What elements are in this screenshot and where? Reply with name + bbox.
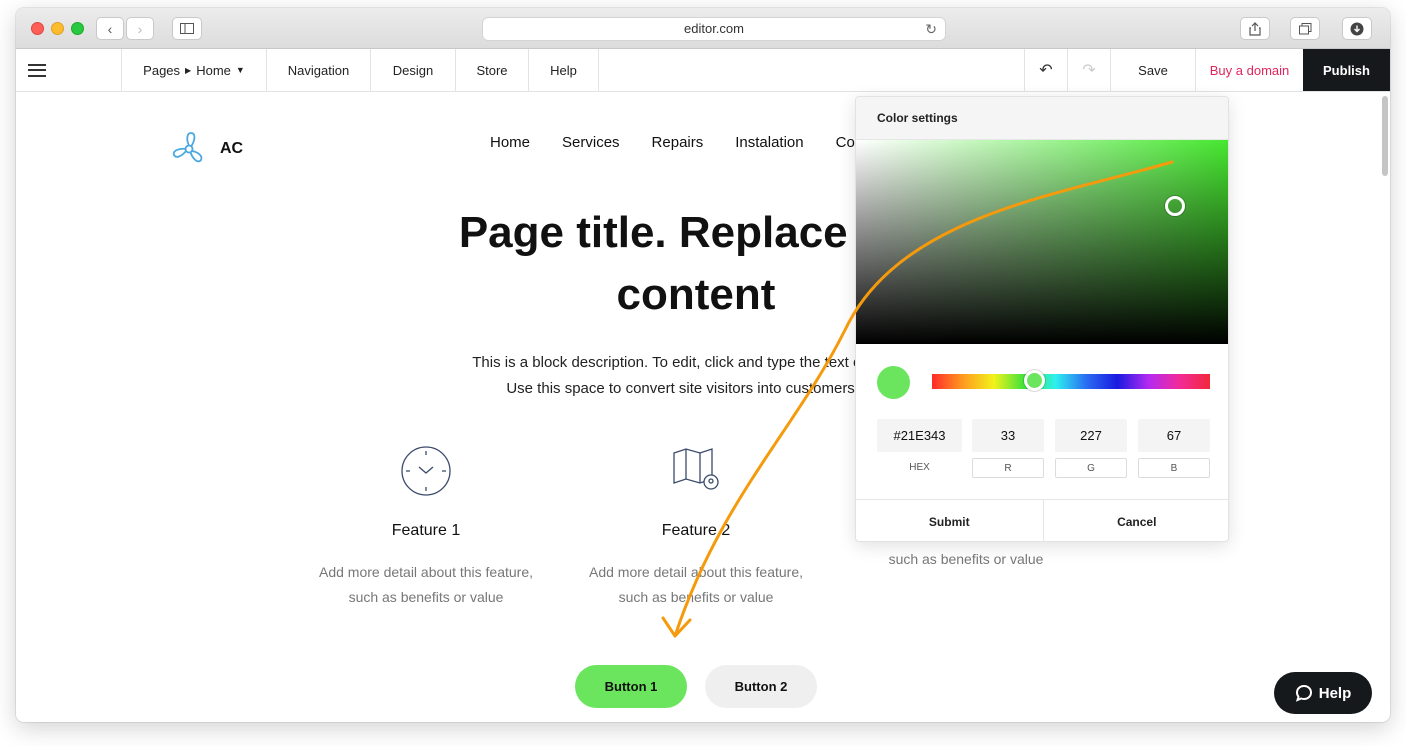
- map-pin-icon: [571, 442, 821, 500]
- site-navigation: Home Services Repairs Instalation Co: [490, 134, 855, 151]
- feature-desc-line-2: such as benefits or value: [348, 589, 504, 605]
- redo-icon[interactable]: ↷: [1068, 49, 1111, 91]
- reload-icon[interactable]: ↻: [925, 18, 937, 40]
- logo-text: AC: [220, 140, 244, 157]
- help-tab[interactable]: Help: [529, 49, 599, 91]
- hex-label: HEX: [909, 462, 930, 473]
- site-nav-repairs[interactable]: Repairs: [652, 134, 704, 151]
- maximize-window-button[interactable]: [71, 22, 84, 35]
- feature-card[interactable]: Feature 1 Add more detail about this fea…: [301, 442, 551, 610]
- tabs-overview-icon[interactable]: [1290, 17, 1320, 40]
- buy-domain-button[interactable]: Buy a domain: [1196, 49, 1303, 91]
- green-input[interactable]: 227: [1055, 419, 1127, 452]
- pages-dropdown[interactable]: Pages ▶ Home ▼: [122, 49, 267, 91]
- green-label: G: [1055, 458, 1127, 478]
- share-icon[interactable]: [1240, 17, 1270, 40]
- clock-icon: [301, 442, 551, 500]
- red-input[interactable]: 33: [972, 419, 1044, 452]
- close-window-button[interactable]: [31, 22, 44, 35]
- feature-desc-line-2: such as benefits or value: [888, 551, 1044, 567]
- site-nav-instalation[interactable]: Instalation: [735, 134, 803, 151]
- hex-input[interactable]: #21E343: [877, 419, 962, 452]
- feature-title: Feature 2: [661, 522, 731, 539]
- submit-button[interactable]: Submit: [856, 500, 1043, 541]
- save-button[interactable]: Save: [1111, 49, 1196, 91]
- blue-label: B: [1138, 458, 1210, 478]
- panel-title: Color settings: [856, 97, 1228, 140]
- forward-button[interactable]: ›: [126, 17, 154, 40]
- download-icon[interactable]: [1342, 17, 1372, 40]
- current-color-swatch: [877, 366, 910, 399]
- feature-desc-line-1: Add more detail about this feature,: [588, 564, 804, 580]
- publish-button[interactable]: Publish: [1303, 49, 1390, 91]
- feature-card[interactable]: Feature 2 Add more detail about this fea…: [571, 442, 821, 610]
- color-picker-handle[interactable]: [1165, 196, 1185, 216]
- site-nav-services[interactable]: Services: [562, 134, 620, 151]
- panel-footer: Submit Cancel: [856, 499, 1229, 541]
- design-tab[interactable]: Design: [371, 49, 456, 91]
- hue-slider[interactable]: [932, 374, 1210, 389]
- button-1[interactable]: Button 1: [575, 665, 687, 708]
- hamburger-menu-icon[interactable]: [16, 49, 122, 91]
- chevron-down-icon: ▼: [235, 65, 245, 75]
- feature-title: Feature 1: [391, 522, 461, 539]
- current-page-label: Home: [196, 62, 231, 78]
- feature-desc-line-1: Add more detail about this feature,: [318, 564, 534, 580]
- fan-logo-icon: [172, 132, 203, 163]
- feature-description: Add more detail about this feature, such…: [301, 560, 551, 610]
- help-chat-label: Help: [1318, 684, 1352, 702]
- back-button[interactable]: ‹: [96, 17, 124, 40]
- browser-chrome: ‹ › editor.com ↻: [16, 8, 1390, 49]
- editor-toolbar: Pages ▶ Home ▼ Navigation Design Store H…: [16, 49, 1390, 92]
- red-label: R: [972, 458, 1044, 478]
- vertical-scrollbar[interactable]: [1382, 96, 1388, 176]
- blue-input[interactable]: 67: [1138, 419, 1210, 452]
- site-nav-home[interactable]: Home: [490, 134, 530, 151]
- button-2[interactable]: Button 2: [705, 665, 817, 708]
- site-nav-contact[interactable]: Co: [836, 134, 855, 151]
- color-settings-panel: Color settings #21E343 33 227 67 HEX R G…: [855, 96, 1229, 542]
- url-text: editor.com: [684, 21, 744, 36]
- sidebar-toggle-icon[interactable]: [172, 17, 202, 40]
- chat-bubble-icon: [1295, 684, 1312, 702]
- feature-desc-line-2: such as benefits or value: [618, 589, 774, 605]
- caret-right-icon: ▶: [185, 65, 192, 75]
- undo-icon[interactable]: ↶: [1025, 49, 1068, 91]
- minimize-window-button[interactable]: [51, 22, 64, 35]
- navigation-tab[interactable]: Navigation: [267, 49, 371, 91]
- site-logo[interactable]: AC: [170, 130, 243, 168]
- hue-slider-handle[interactable]: [1024, 370, 1045, 391]
- url-bar[interactable]: editor.com ↻: [482, 17, 946, 41]
- cancel-button[interactable]: Cancel: [1042, 500, 1229, 541]
- store-tab[interactable]: Store: [456, 49, 529, 91]
- help-chat-button[interactable]: Help: [1274, 672, 1372, 714]
- pages-label: Pages: [143, 62, 181, 78]
- saturation-value-picker[interactable]: [856, 140, 1228, 344]
- toolbar-spacer: [599, 49, 1025, 91]
- feature-description: Add more detail about this feature, such…: [571, 560, 821, 610]
